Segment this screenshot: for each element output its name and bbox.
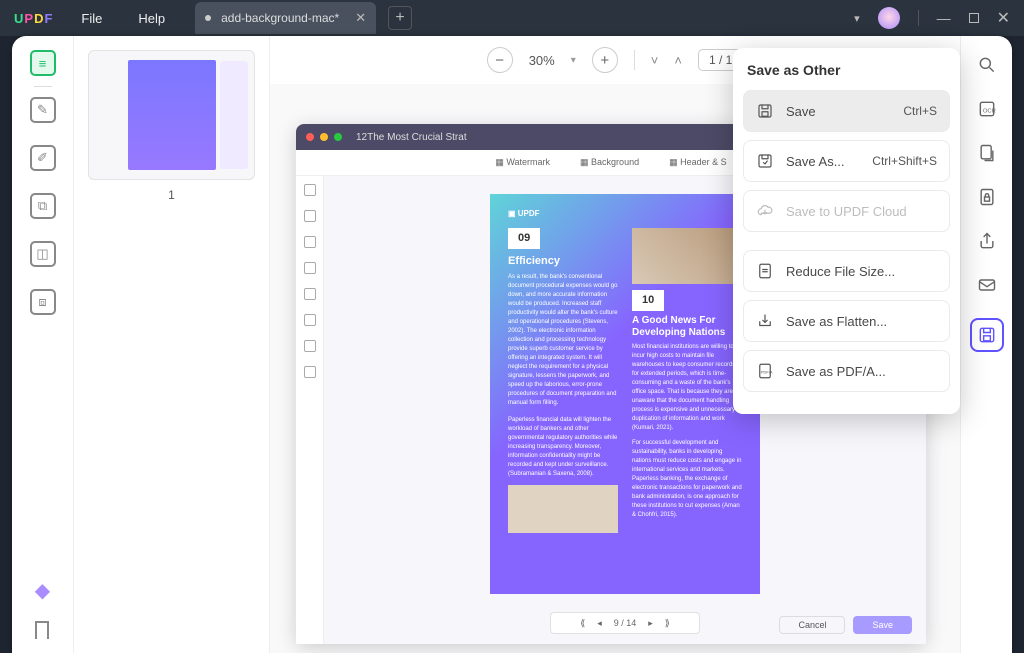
reader-icon[interactable]: ≡ — [30, 50, 56, 76]
organize-icon[interactable]: ⧉ — [30, 193, 56, 219]
tab-title: add-background-mac* — [221, 11, 339, 25]
inner-tab-header[interactable]: ▦ Header & S — [669, 157, 727, 168]
document-page: ▣ UPDF 09 Efficiency As a result, the ba… — [490, 194, 760, 594]
inner-tab-background[interactable]: ▦ Background — [580, 157, 639, 168]
edit-icon[interactable]: ✐ — [30, 145, 56, 171]
email-icon[interactable] — [976, 274, 998, 296]
close-tab-icon[interactable]: ✕ — [355, 10, 366, 26]
popover-title: Save as Other — [747, 62, 946, 78]
right-tool-rail: OCR — [960, 36, 1012, 653]
thumbnail-page-number: 1 — [88, 188, 255, 202]
title-bar: UPDF File Help add-background-mac* ✕ + ▾… — [0, 0, 1024, 36]
section-number: 09 — [508, 228, 540, 249]
menu-bar: File Help — [81, 11, 165, 26]
save-as-other-popover: Save as Other Save Ctrl+S Save As... Ctr… — [733, 48, 960, 414]
search-icon[interactable] — [976, 54, 998, 76]
inner-cancel-button[interactable]: Cancel — [779, 616, 845, 634]
comment-icon[interactable]: ✎ — [30, 97, 56, 123]
popover-item-reduce[interactable]: Reduce File Size... — [743, 250, 950, 292]
body-text: Most financial institutions are willing … — [632, 343, 742, 433]
ocr-icon[interactable]: OCR — [976, 98, 998, 120]
chevron-down-icon[interactable]: ▾ — [854, 12, 860, 25]
zoom-value[interactable]: 30% — [529, 53, 555, 68]
window-minimize[interactable]: — — [937, 10, 951, 26]
app-surface: ≡ ✎ ✐ ⧉ ◫ ⧈ ◆ 1 − 30% ▾ + ˅ ˄ 1 / 1 — [12, 36, 1012, 653]
content-image — [632, 228, 742, 284]
popover-item-save-cloud[interactable]: Save to UPDF Cloud — [743, 190, 950, 232]
menu-file[interactable]: File — [81, 11, 102, 26]
next-page-icon[interactable]: ˄ — [674, 53, 682, 68]
section-number: 10 — [632, 290, 664, 311]
zoom-in-button[interactable]: + — [592, 47, 618, 73]
section-heading: A Good News For Developing Nations — [632, 315, 742, 339]
window-close[interactable]: ✕ — [997, 8, 1010, 28]
body-text: For successful development and sustainab… — [632, 439, 742, 520]
document-tab[interactable]: add-background-mac* ✕ — [195, 2, 376, 34]
convert-icon[interactable] — [976, 142, 998, 164]
svg-text:PDF/A: PDF/A — [761, 369, 773, 374]
inner-tab-watermark[interactable]: ▦ Watermark — [495, 157, 550, 168]
page-thumbnail[interactable] — [88, 50, 255, 180]
popover-item-save-as[interactable]: Save As... Ctrl+Shift+S — [743, 140, 950, 182]
layers-icon[interactable]: ◆ — [35, 578, 50, 603]
save-icon[interactable] — [970, 318, 1004, 352]
zoom-out-button[interactable]: − — [487, 47, 513, 73]
left-tool-rail: ≡ ✎ ✐ ⧉ ◫ ⧈ ◆ — [12, 36, 74, 653]
svg-text:OCR: OCR — [982, 108, 995, 114]
thumbnails-panel: 1 — [74, 36, 270, 653]
zoom-dropdown-icon[interactable]: ▾ — [571, 55, 576, 66]
tab-indicator-icon — [205, 15, 211, 21]
bookmark-icon[interactable] — [35, 621, 49, 639]
avatar[interactable] — [878, 7, 900, 29]
body-text: Paperless financial data will lighten th… — [508, 416, 618, 479]
inner-window-title: 12The Most Crucial Strat — [356, 132, 467, 143]
section-heading: Efficiency — [508, 253, 618, 270]
new-tab-button[interactable]: + — [388, 6, 412, 30]
tools-icon[interactable]: ⧈ — [30, 289, 56, 315]
popover-item-flatten[interactable]: Save as Flatten... — [743, 300, 950, 342]
prev-page-icon[interactable]: ˅ — [651, 53, 659, 68]
protect-icon[interactable] — [976, 186, 998, 208]
body-text: As a result, the bank's conventional doc… — [508, 273, 618, 408]
share-icon[interactable] — [976, 230, 998, 252]
content-image — [508, 485, 618, 533]
inner-save-button[interactable]: Save — [853, 616, 912, 634]
crop-icon[interactable]: ◫ — [30, 241, 56, 267]
popover-item-save[interactable]: Save Ctrl+S — [743, 90, 950, 132]
inner-page-nav[interactable]: ⟪◂9 / 14▸⟫ — [550, 612, 700, 634]
popover-item-pdfa[interactable]: PDF/A Save as PDF/A... — [743, 350, 950, 392]
app-logo: UPDF — [14, 11, 53, 26]
menu-help[interactable]: Help — [138, 11, 165, 26]
window-maximize[interactable] — [969, 10, 979, 26]
